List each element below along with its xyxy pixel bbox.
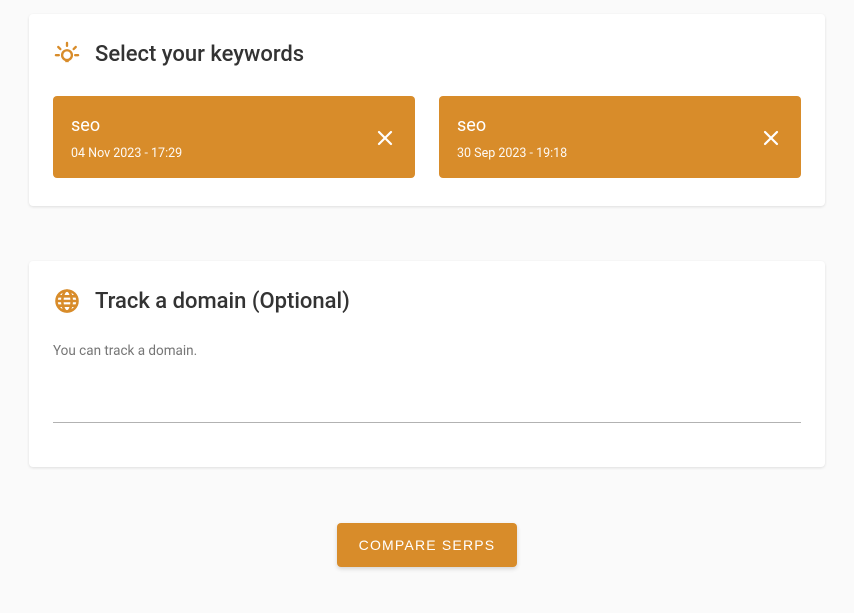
chip-text: seo 30 Sep 2023 - 19:18 <box>457 115 567 161</box>
compare-serps-button[interactable]: COMPARE SERPS <box>337 523 518 567</box>
compare-button-container: COMPARE SERPS <box>29 523 825 567</box>
close-icon[interactable] <box>759 126 783 150</box>
keyword-chip[interactable]: seo 04 Nov 2023 - 17:29 <box>53 96 415 178</box>
domain-title: Track a domain (Optional) <box>95 289 350 314</box>
chip-keyword-label: seo <box>71 115 182 136</box>
keyword-chips-container: seo 04 Nov 2023 - 17:29 seo 30 Sep 2023 … <box>53 96 801 178</box>
chip-keyword-label: seo <box>457 115 567 136</box>
domain-card: Track a domain (Optional) You can track … <box>29 261 825 467</box>
chip-text: seo 04 Nov 2023 - 17:29 <box>71 115 182 161</box>
domain-description: You can track a domain. <box>53 343 801 359</box>
keywords-title: Select your keywords <box>95 42 304 67</box>
close-icon[interactable] <box>373 126 397 150</box>
chip-date-label: 04 Nov 2023 - 17:29 <box>71 146 182 161</box>
lightbulb-icon <box>53 40 81 68</box>
globe-icon <box>53 287 81 315</box>
chip-date-label: 30 Sep 2023 - 19:18 <box>457 146 567 161</box>
domain-card-header: Track a domain (Optional) <box>53 287 801 315</box>
keywords-card: Select your keywords seo 04 Nov 2023 - 1… <box>29 14 825 206</box>
keyword-chip[interactable]: seo 30 Sep 2023 - 19:18 <box>439 96 801 178</box>
domain-input[interactable] <box>53 393 801 423</box>
keywords-card-header: Select your keywords <box>53 40 801 68</box>
